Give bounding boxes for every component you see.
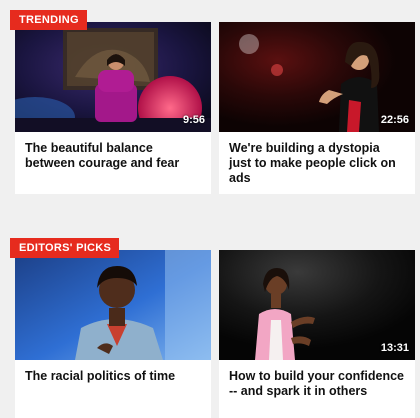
talk-thumbnail[interactable]: 22:56: [219, 22, 415, 132]
talk-title[interactable]: How to build your confidence -- and spar…: [219, 360, 415, 418]
section-badge-editors-picks: EDITORS' PICKS: [10, 238, 120, 258]
talk-thumbnail[interactable]: [15, 250, 211, 360]
talk-thumbnail[interactable]: 13:31: [219, 250, 415, 360]
talk-card[interactable]: 9:56 The beautiful balance between coura…: [15, 22, 211, 194]
talk-card[interactable]: 13:31 How to build your confidence -- an…: [219, 250, 415, 418]
section-badge-trending: TRENDING: [10, 10, 87, 30]
video-duration: 9:56: [182, 114, 205, 126]
video-duration: 22:56: [380, 114, 409, 126]
video-duration: 13:31: [380, 342, 409, 354]
talk-card[interactable]: The racial politics of time: [15, 250, 211, 418]
talk-card[interactable]: 22:56 We're building a dystopia just to …: [219, 22, 415, 194]
speaker-photo: [15, 250, 211, 360]
talk-title[interactable]: We're building a dystopia just to make p…: [219, 132, 415, 194]
talk-title[interactable]: The racial politics of time: [15, 360, 211, 418]
talk-title[interactable]: The beautiful balance between courage an…: [15, 132, 211, 194]
talk-thumbnail[interactable]: 9:56: [15, 22, 211, 132]
speaker-photo: [15, 22, 211, 132]
